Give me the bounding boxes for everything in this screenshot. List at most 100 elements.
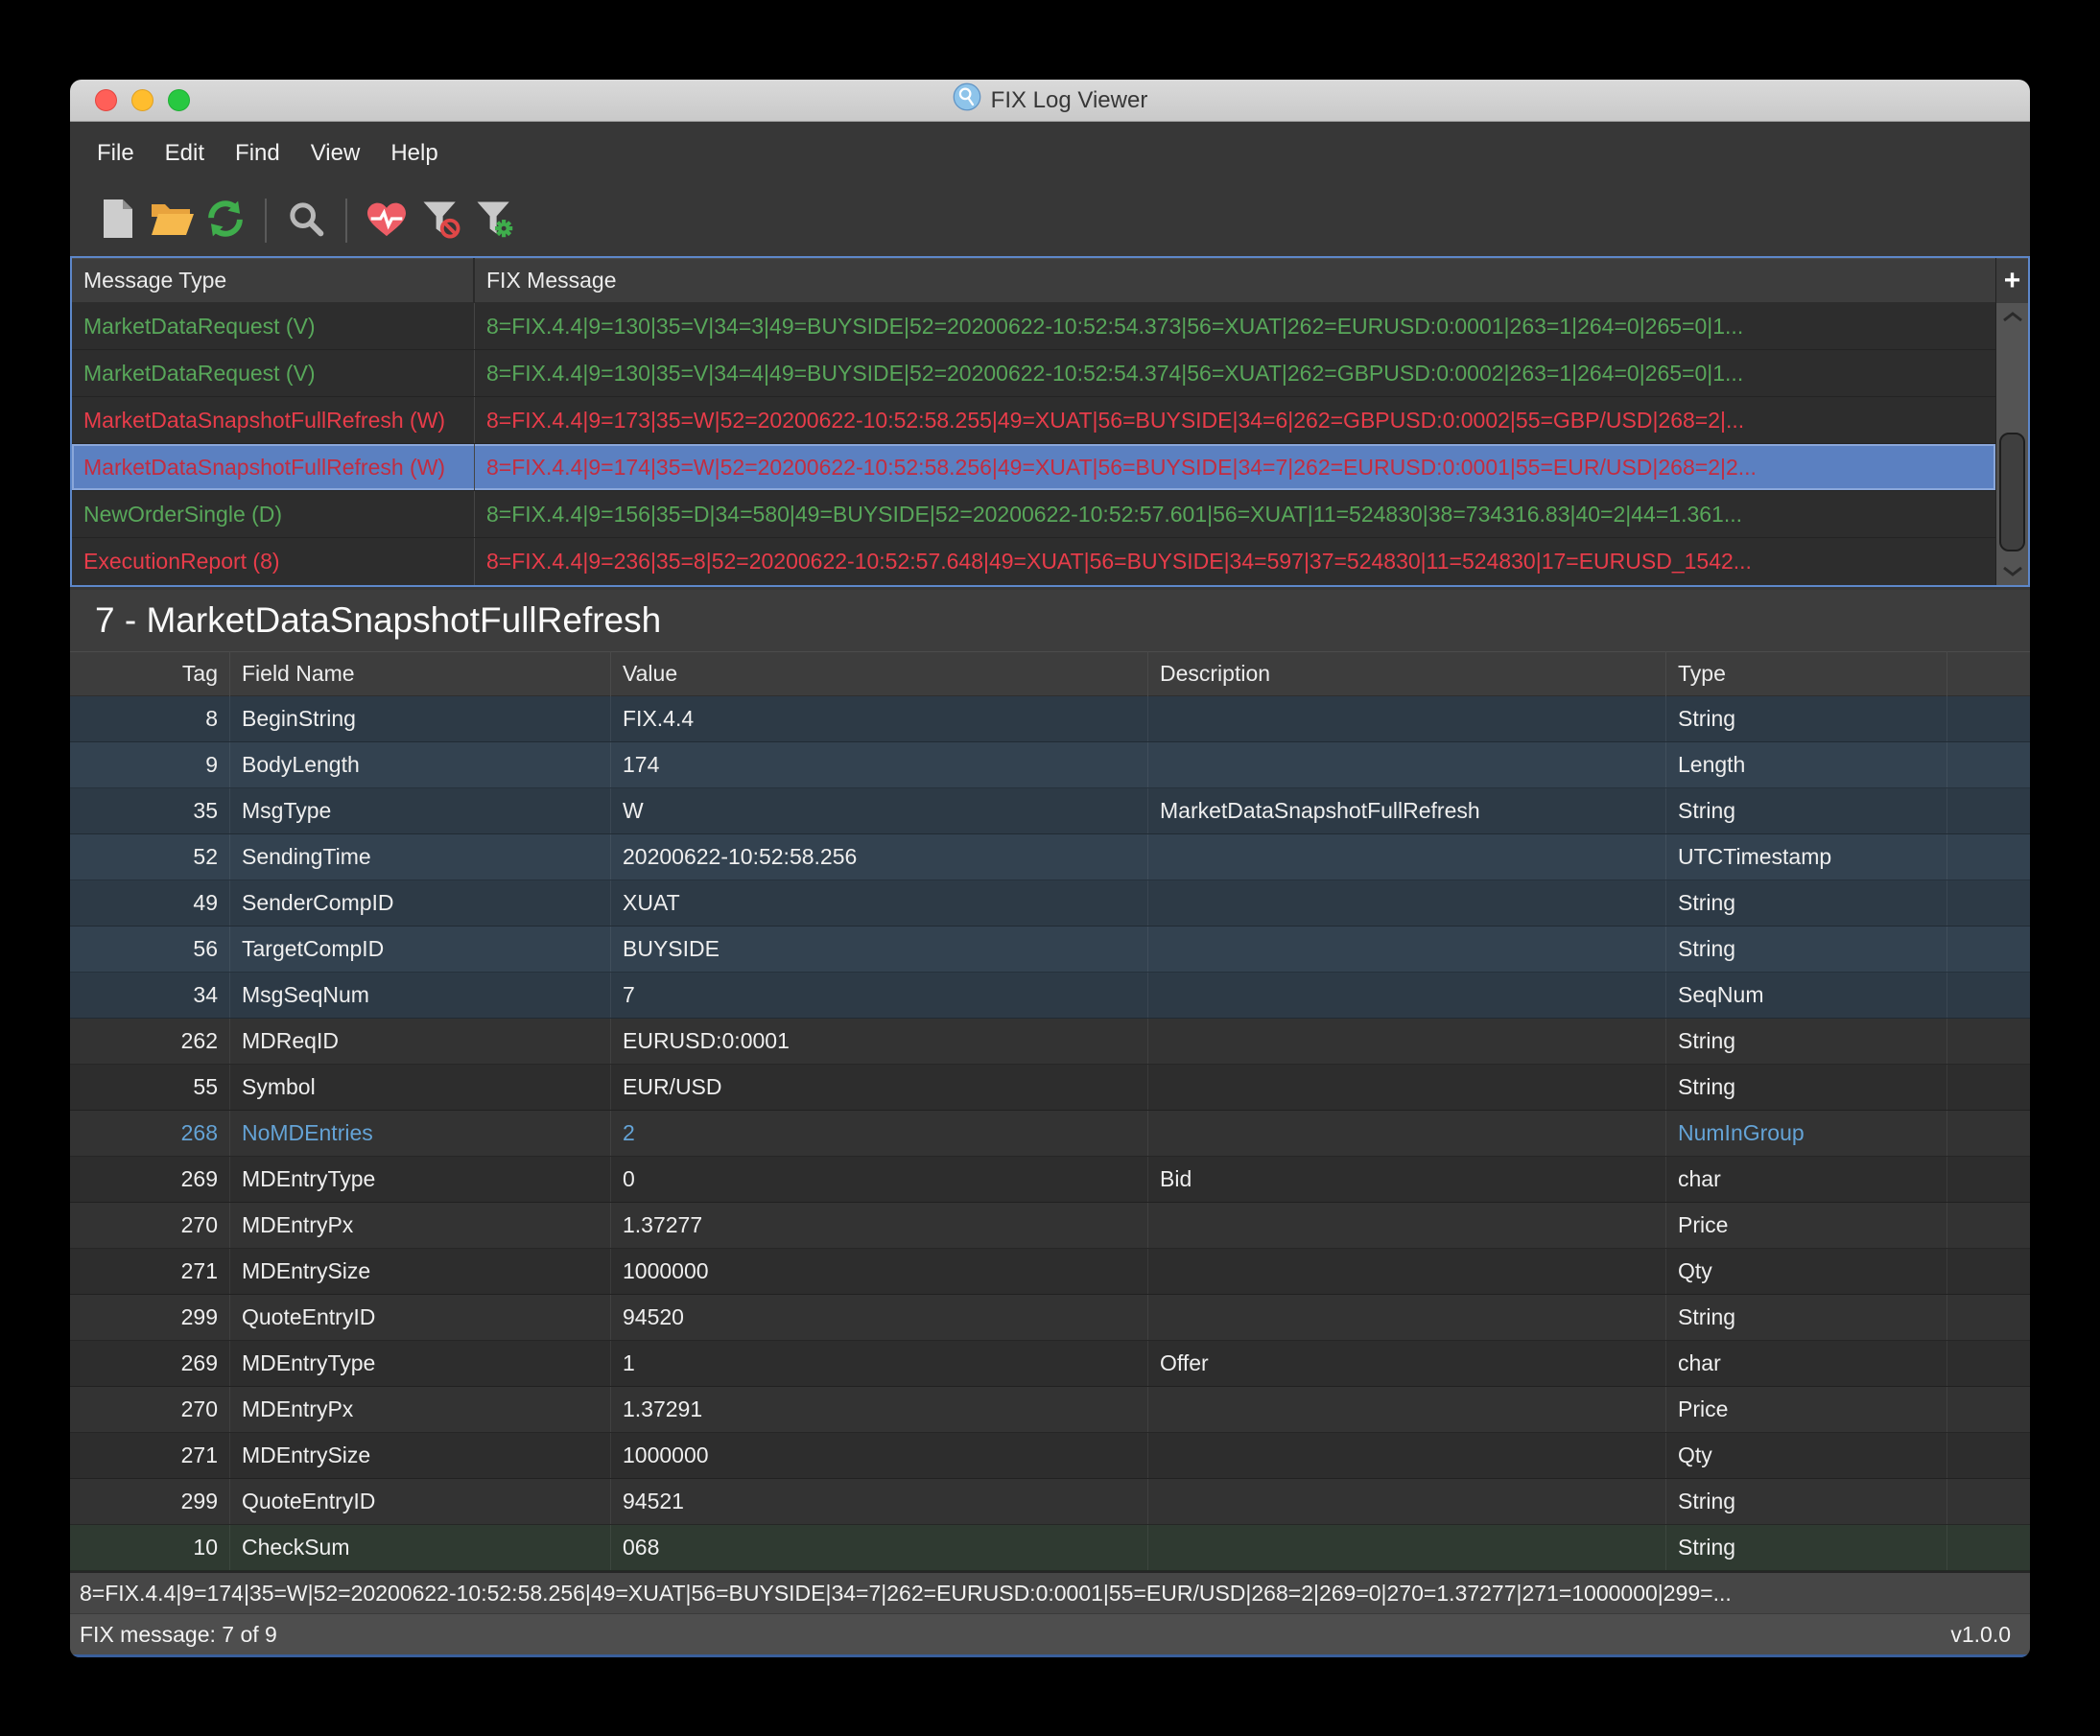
message-row[interactable]: MarketDataRequest (V)8=FIX.4.4|9=130|35=… (72, 350, 1995, 397)
fix-message-cell[interactable]: 8=FIX.4.4|9=130|35=V|34=4|49=BUYSIDE|52=… (475, 350, 1995, 396)
clear-filter-button[interactable] (413, 193, 467, 248)
field-row-mdreqid[interactable]: 262MDReqIDEURUSD:0:0001String (70, 1019, 2030, 1065)
heartbeat-filter-button[interactable] (360, 193, 413, 248)
field-row-msgseqnum[interactable]: 34MsgSeqNum7SeqNum (70, 973, 2030, 1019)
fix-message-cell[interactable]: 8=FIX.4.4|9=156|35=D|34=580|49=BUYSIDE|5… (475, 491, 1995, 537)
message-type-cell[interactable]: MarketDataSnapshotFullRefresh (W) (72, 444, 475, 490)
value-cell: 1.37277 (611, 1203, 1148, 1248)
field-row-mdentrypx[interactable]: 270MDEntryPx1.37291Price (70, 1387, 2030, 1433)
tag-cell: 8 (70, 696, 230, 741)
message-row-selected[interactable]: MarketDataSnapshotFullRefresh (W)8=FIX.4… (72, 444, 1995, 491)
field-row-beginstring[interactable]: 8BeginStringFIX.4.4String (70, 696, 2030, 742)
toolbar (70, 185, 2030, 256)
minimize-window-button[interactable] (131, 89, 153, 111)
tag-cell: 269 (70, 1341, 230, 1386)
field-name-cell: BeginString (230, 696, 611, 741)
message-type-cell[interactable]: NewOrderSingle (D) (72, 491, 475, 537)
fix-message-cell[interactable]: 8=FIX.4.4|9=174|35=W|52=20200622-10:52:5… (475, 444, 1995, 490)
message-type-cell[interactable]: MarketDataRequest (V) (72, 303, 475, 349)
tag-cell: 55 (70, 1065, 230, 1110)
toolbar-separator (265, 199, 267, 243)
menu-find[interactable]: Find (220, 140, 295, 167)
search-button[interactable] (279, 193, 333, 248)
type-cell: String (1666, 880, 1947, 926)
field-name-cell: MsgSeqNum (230, 973, 611, 1018)
column-header-type[interactable]: Type (1666, 651, 1947, 696)
filter-settings-button[interactable] (467, 193, 521, 248)
tag-cell: 52 (70, 834, 230, 880)
column-header-value[interactable]: Value (611, 651, 1148, 696)
new-file-button[interactable] (91, 193, 145, 248)
scroll-down-icon[interactable] (2002, 566, 2023, 577)
message-row[interactable]: NewOrderSingle (D)8=FIX.4.4|9=156|35=D|3… (72, 491, 1995, 538)
spacer-cell (1947, 1295, 2030, 1340)
raw-fix-message-bar: 8=FIX.4.4|9=174|35=W|52=20200622-10:52:5… (70, 1571, 2030, 1613)
field-row-sendingtime[interactable]: 52SendingTime20200622-10:52:58.256UTCTim… (70, 834, 2030, 880)
field-name-cell: QuoteEntryID (230, 1295, 611, 1340)
refresh-button[interactable] (199, 193, 252, 248)
field-name-cell: SendingTime (230, 834, 611, 880)
tag-cell: 9 (70, 742, 230, 787)
message-type-cell[interactable]: ExecutionReport (8) (72, 538, 475, 585)
message-row[interactable]: MarketDataRequest (V)8=FIX.4.4|9=130|35=… (72, 303, 1995, 350)
zoom-window-button[interactable] (168, 89, 190, 111)
description-cell: MarketDataSnapshotFullRefresh (1148, 788, 1666, 833)
column-header-tag[interactable]: Tag (70, 651, 230, 696)
new-file-icon (100, 198, 136, 245)
scroll-up-icon[interactable] (2002, 311, 2023, 322)
column-header-fix-message[interactable]: FIX Message (475, 258, 1995, 303)
message-type-cell[interactable]: MarketDataRequest (V) (72, 350, 475, 396)
description-cell (1148, 880, 1666, 926)
tag-cell: 270 (70, 1387, 230, 1432)
type-cell: UTCTimestamp (1666, 834, 1947, 880)
message-table-scrollbar[interactable] (1996, 303, 2028, 585)
field-row-symbol[interactable]: 55SymbolEUR/USDString (70, 1065, 2030, 1111)
menu-view[interactable]: View (295, 140, 376, 167)
menu-file[interactable]: File (82, 140, 150, 167)
app-magnifier-icon (953, 82, 981, 118)
description-cell (1148, 1479, 1666, 1524)
spacer-cell (1947, 696, 2030, 741)
description-cell (1148, 834, 1666, 880)
description-cell (1148, 1019, 1666, 1064)
message-row[interactable]: MarketDataSnapshotFullRefresh (W)8=FIX.4… (72, 397, 1995, 444)
column-header-field-name[interactable]: Field Name (230, 651, 611, 696)
field-row-mdentrysize[interactable]: 271MDEntrySize1000000Qty (70, 1433, 2030, 1479)
toolbar-separator (345, 199, 347, 243)
field-name-cell: MDEntryPx (230, 1387, 611, 1432)
filter-clear-icon (420, 199, 460, 244)
field-row-nomdentries[interactable]: 268NoMDEntries2NumInGroup (70, 1111, 2030, 1157)
message-row[interactable]: ExecutionReport (8)8=FIX.4.4|9=236|35=8|… (72, 538, 1995, 585)
add-column-button[interactable]: + (1996, 258, 2028, 303)
field-row-targetcompid[interactable]: 56TargetCompIDBUYSIDEString (70, 927, 2030, 973)
spacer-cell (1947, 742, 2030, 787)
fix-message-cell[interactable]: 8=FIX.4.4|9=130|35=V|34=3|49=BUYSIDE|52=… (475, 303, 1995, 349)
message-type-cell[interactable]: MarketDataSnapshotFullRefresh (W) (72, 397, 475, 443)
column-header-message-type[interactable]: Message Type (72, 258, 475, 303)
field-row-quoteentryid[interactable]: 299QuoteEntryID94520String (70, 1295, 2030, 1341)
field-row-checksum[interactable]: 10CheckSum068String (70, 1525, 2030, 1571)
field-row-mdentrysize[interactable]: 271MDEntrySize1000000Qty (70, 1249, 2030, 1295)
field-row-bodylength[interactable]: 9BodyLength174Length (70, 742, 2030, 788)
field-row-mdentrytype[interactable]: 269MDEntryType0Bidchar (70, 1157, 2030, 1203)
menu-help[interactable]: Help (375, 140, 453, 167)
spacer-cell (1947, 1111, 2030, 1156)
value-cell: 2 (611, 1111, 1148, 1156)
fix-message-cell[interactable]: 8=FIX.4.4|9=173|35=W|52=20200622-10:52:5… (475, 397, 1995, 443)
field-row-mdentrypx[interactable]: 270MDEntryPx1.37277Price (70, 1203, 2030, 1249)
tag-cell: 268 (70, 1111, 230, 1156)
field-row-mdentrytype[interactable]: 269MDEntryType1Offerchar (70, 1341, 2030, 1387)
field-row-msgtype[interactable]: 35MsgTypeWMarketDataSnapshotFullRefreshS… (70, 788, 2030, 834)
menu-edit[interactable]: Edit (150, 140, 220, 167)
value-cell: 174 (611, 742, 1148, 787)
field-row-quoteentryid[interactable]: 299QuoteEntryID94521String (70, 1479, 2030, 1525)
search-icon (287, 199, 325, 243)
open-file-button[interactable] (145, 193, 199, 248)
type-cell: String (1666, 788, 1947, 833)
scrollbar-thumb[interactable] (1999, 433, 2025, 551)
column-header-description[interactable]: Description (1148, 651, 1666, 696)
field-row-sendercompid[interactable]: 49SenderCompIDXUATString (70, 880, 2030, 927)
tag-cell: 10 (70, 1525, 230, 1570)
fix-message-cell[interactable]: 8=FIX.4.4|9=236|35=8|52=20200622-10:52:5… (475, 538, 1995, 585)
close-window-button[interactable] (95, 89, 117, 111)
